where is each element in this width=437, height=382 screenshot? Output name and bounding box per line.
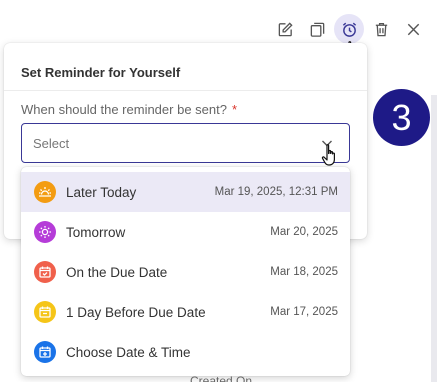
field-label: When should the reminder be sent? * bbox=[21, 102, 237, 117]
option-label: 1 Day Before Due Date bbox=[66, 304, 206, 320]
divider bbox=[4, 90, 367, 91]
sun-icon bbox=[34, 221, 56, 243]
close-icon bbox=[407, 23, 419, 35]
option-choose-date-time[interactable]: Choose Date & Time bbox=[21, 332, 350, 372]
trash-icon bbox=[375, 22, 387, 36]
step-badge: 3 bbox=[373, 89, 430, 146]
option-label: Choose Date & Time bbox=[66, 344, 191, 360]
option-date: Mar 19, 2025, 12:31 PM bbox=[214, 186, 338, 198]
option-tomorrow[interactable]: Tomorrow Mar 20, 2025 bbox=[21, 212, 350, 252]
calendar-icon bbox=[34, 301, 56, 323]
option-date: Mar 20, 2025 bbox=[270, 226, 338, 238]
option-day-before-due[interactable]: 1 Day Before Due Date Mar 17, 2025 bbox=[21, 292, 350, 332]
field-label-text: When should the reminder be sent? bbox=[21, 102, 227, 117]
copy-icon bbox=[310, 22, 324, 37]
option-label: Later Today bbox=[66, 184, 137, 200]
hand-cursor-icon bbox=[321, 144, 335, 166]
copy-button[interactable] bbox=[302, 14, 332, 44]
option-on-due-date[interactable]: On the Due Date Mar 18, 2025 bbox=[21, 252, 350, 292]
sunrise-icon bbox=[34, 181, 56, 203]
created-on-label: Created On bbox=[190, 374, 253, 382]
option-date: Mar 18, 2025 bbox=[270, 266, 338, 278]
scrollbar-track bbox=[431, 95, 437, 382]
calendar-check-icon bbox=[34, 261, 56, 283]
edit-button[interactable] bbox=[270, 14, 300, 44]
option-label: Tomorrow bbox=[66, 224, 126, 240]
close-button[interactable] bbox=[398, 14, 428, 44]
edit-icon bbox=[278, 21, 293, 36]
select-placeholder: Select bbox=[33, 135, 70, 151]
calendar-plus-icon bbox=[34, 341, 56, 363]
option-later-today[interactable]: Later Today Mar 19, 2025, 12:31 PM bbox=[21, 172, 350, 212]
popover-title: Set Reminder for Yourself bbox=[21, 65, 181, 80]
reminder-select[interactable]: Select bbox=[21, 123, 350, 163]
required-mark: * bbox=[231, 102, 238, 117]
option-label: On the Due Date bbox=[66, 264, 168, 280]
option-date: Mar 17, 2025 bbox=[270, 306, 338, 318]
reminder-options-menu: Later Today Mar 19, 2025, 12:31 PM Tomor… bbox=[21, 167, 350, 376]
delete-button[interactable] bbox=[366, 14, 396, 44]
alarm-clock-icon bbox=[342, 22, 356, 37]
